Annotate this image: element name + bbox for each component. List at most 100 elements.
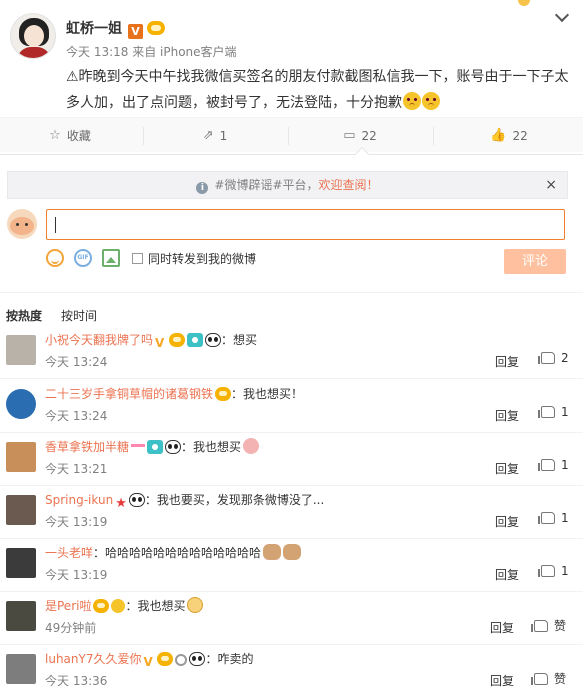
sad-emoji-icon: [422, 92, 440, 110]
comment-text: ：我也要买，发现那条微博没了...: [144, 493, 325, 507]
tulip-badge-icon[interactable]: [131, 444, 146, 454]
star-badge-icon[interactable]: ★: [115, 497, 127, 510]
comment-like-count: 2: [561, 351, 569, 365]
author-name[interactable]: 虹桥一姐: [66, 21, 122, 37]
commenter-name[interactable]: Spring-ikun: [45, 493, 113, 507]
comment-like-count: 1: [561, 458, 569, 472]
cat-emoji-icon: [263, 544, 282, 560]
comment-text: ：我也想买: [125, 599, 186, 613]
like-button[interactable]: 👍 22: [435, 118, 583, 153]
comment-time: 今天 13:24: [45, 409, 108, 423]
comment-line: 香草拿铁加半糖 ：我也想买: [45, 438, 260, 455]
submit-comment-button[interactable]: 评论: [504, 249, 566, 274]
comment-icon: ▭: [343, 128, 356, 143]
comment-like-button[interactable]: 1: [538, 458, 569, 472]
sort-by-time-tab[interactable]: 按时间: [61, 307, 97, 324]
comment-line: luhanY7久久爱你 V ：咋卖的: [45, 650, 254, 668]
repost-icon: ⇗: [202, 128, 214, 143]
commenter-avatar[interactable]: [6, 654, 36, 684]
comment-like-button[interactable]: 1: [538, 405, 569, 419]
comment-like-label: 赞: [554, 619, 567, 633]
member-badge-icon[interactable]: [93, 599, 110, 613]
comment-item: luhanY7久久爱你 V ：咋卖的 今天 13:36 回复 赞: [0, 645, 583, 695]
also-repost-label[interactable]: 同时转发到我的微博: [148, 250, 256, 267]
panda-badge-icon[interactable]: [128, 493, 145, 507]
verified-v-icon[interactable]: V: [128, 24, 143, 39]
comment-item: 二十三岁手拿铜草帽的诸葛钢铁 ：我也想买！ 今天 13:24 回复 1: [0, 380, 583, 433]
chevron-down-icon[interactable]: [554, 7, 570, 23]
comment-time: 今天 13:19: [45, 515, 108, 529]
member-badge-icon[interactable]: [215, 387, 232, 401]
author-avatar[interactable]: [10, 13, 56, 59]
notice-link[interactable]: 欢迎查阅！: [319, 178, 379, 192]
reply-button[interactable]: 回复: [495, 566, 519, 583]
reply-button[interactable]: 回复: [495, 460, 519, 477]
sort-by-hot-tab[interactable]: 按热度: [6, 307, 42, 324]
camera-badge-icon[interactable]: [147, 440, 164, 454]
comment-item: 是Peri啦 ：我也想买 49分钟前 回复 赞: [0, 592, 583, 645]
comment-item: Spring-ikun ★ ：我也要买，发现那条微博没了... 今天 13:19 回…: [0, 486, 583, 539]
member-badge-icon[interactable]: [157, 652, 174, 666]
reply-button[interactable]: 回复: [495, 513, 519, 530]
composer-tools: GIF 同时转发到我的微博: [46, 248, 256, 268]
comment-like-button[interactable]: 1: [538, 564, 569, 578]
comment-time: 今天 13:36: [45, 674, 108, 688]
cry-emoji-icon: [187, 597, 204, 613]
commenter-avatar[interactable]: [6, 389, 36, 419]
verified-v-icon[interactable]: V: [143, 656, 155, 668]
commenter-avatar[interactable]: [6, 495, 36, 525]
panda-badge-icon[interactable]: [189, 652, 206, 666]
close-icon[interactable]: ×: [545, 172, 557, 198]
comment-item: 小祝今天翻我牌了吗 V ：想买 今天 13:24 回复 2: [0, 326, 583, 379]
commenter-avatar[interactable]: [6, 548, 36, 578]
my-avatar[interactable]: [7, 209, 37, 239]
gif-icon[interactable]: GIF: [74, 249, 92, 267]
emoji-icon[interactable]: [46, 249, 64, 267]
comment-like-button[interactable]: 1: [538, 511, 569, 525]
favorite-label: 收藏: [66, 129, 91, 143]
reply-button[interactable]: 回复: [490, 672, 514, 689]
like-count: 22: [512, 128, 528, 143]
reply-button[interactable]: 回复: [490, 619, 514, 636]
commenter-name[interactable]: 小祝今天翻我牌了吗: [45, 333, 153, 347]
smile-badge-icon[interactable]: [111, 599, 126, 613]
image-icon[interactable]: [102, 249, 120, 267]
commenter-name[interactable]: 香草拿铁加半糖: [45, 440, 129, 454]
comment-like-count: 1: [561, 564, 569, 578]
comment-input[interactable]: [46, 209, 565, 240]
commenter-name[interactable]: 是Peri啦: [45, 599, 91, 613]
panda-badge-icon[interactable]: [205, 333, 222, 347]
comment-time: 49分钟前: [45, 621, 97, 635]
thumb-up-icon: [538, 512, 555, 524]
commenter-name[interactable]: luhanY7久久爱你: [45, 652, 141, 666]
commenter-avatar[interactable]: [6, 601, 36, 631]
comment-like-button[interactable]: 赞: [531, 617, 567, 634]
thumb-up-icon: 👍: [490, 128, 507, 143]
member-badge-icon[interactable]: [169, 333, 186, 347]
commenter-avatar[interactable]: [6, 442, 36, 472]
member-badge-icon[interactable]: [147, 21, 165, 35]
repost-count: 1: [219, 128, 228, 143]
commenter-avatar[interactable]: [6, 335, 36, 365]
commenter-name[interactable]: 一头老咩: [45, 546, 93, 560]
weibo-post: 虹桥一姐 V 今天 13:18 来自 iPhone客户端 ⚠昨晚到今天中午找我微信…: [0, 0, 583, 117]
reply-button[interactable]: 回复: [495, 407, 519, 424]
rumor-notice: i #微博辟谣#平台，欢迎查阅！ ×: [7, 171, 568, 199]
verified-v-icon[interactable]: V: [155, 337, 167, 349]
comment-line: Spring-ikun ★ ：我也要买，发现那条微博没了...: [45, 491, 324, 510]
reply-button[interactable]: 回复: [495, 353, 519, 370]
commenter-name[interactable]: 二十三岁手拿铜草帽的诸葛钢铁: [45, 387, 213, 401]
comment-line: 二十三岁手拿铜草帽的诸葛钢铁 ：我也想买！: [45, 385, 303, 402]
comment-line: 小祝今天翻我牌了吗 V ：想买: [45, 331, 257, 349]
also-repost-checkbox[interactable]: [132, 252, 143, 264]
comment-like-button[interactable]: 2: [538, 351, 569, 365]
cat-emoji-icon: [283, 544, 302, 560]
notice-prefix[interactable]: #微博辟谣#平台，: [214, 178, 318, 192]
post-body: ⚠昨晚到今天中午找我微信买签名的朋友付款截图私信我一下，账号由于一下子太多人加，…: [66, 69, 569, 111]
favorite-button[interactable]: ☆ 收藏: [0, 118, 140, 153]
repost-button[interactable]: ⇗ 1: [145, 118, 285, 153]
panda-badge-icon[interactable]: [165, 440, 182, 454]
camera-badge-icon[interactable]: [187, 333, 204, 347]
ring-badge-icon[interactable]: [175, 654, 188, 666]
comment-like-button[interactable]: 赞: [531, 670, 566, 687]
